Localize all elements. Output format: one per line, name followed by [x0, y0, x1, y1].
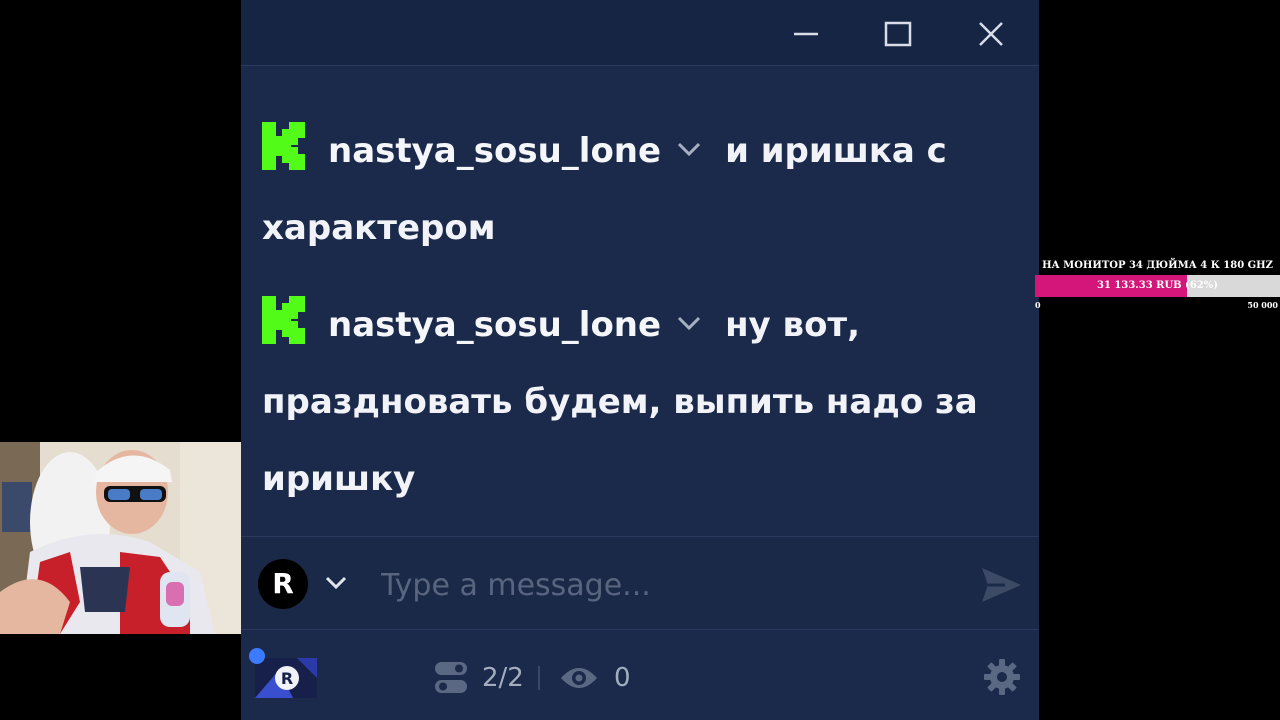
message-list[interactable]: nastya_sosu_lone и иришка с характером n…: [241, 66, 1039, 591]
send-button[interactable]: [979, 565, 1023, 605]
message-input[interactable]: [381, 561, 941, 609]
kick-logo-icon: [262, 295, 306, 344]
message-text: и иришка с: [725, 131, 947, 171]
connections-icon: [433, 658, 469, 698]
goal-amount: 31 133.33 RUB (62%): [1097, 280, 1218, 291]
app-logo[interactable]: R: [249, 648, 323, 700]
svg-text:R: R: [281, 669, 293, 688]
status-bar: R 2/2 0: [241, 630, 1039, 720]
account-avatar[interactable]: R: [258, 559, 308, 609]
minimize-icon: [794, 32, 818, 36]
gear-icon: [984, 659, 1020, 695]
message-composer: R: [241, 536, 1039, 630]
goal-max-label: 50 000: [1247, 300, 1278, 310]
divider: [538, 666, 540, 690]
chevron-down-icon[interactable]: [675, 110, 703, 157]
viewer-count: 0: [614, 663, 631, 693]
goal-progress-bar: 31 133.33 RUB (62%): [1035, 275, 1280, 297]
chat-window: nastya_sosu_lone и иришка с характером n…: [241, 0, 1039, 720]
username[interactable]: nastya_sosu_lone: [328, 131, 661, 171]
kick-logo-icon: [262, 121, 306, 170]
close-icon: [979, 22, 1003, 46]
chevron-down-icon[interactable]: [323, 573, 349, 593]
message-text: иришку: [262, 459, 416, 499]
maximize-button[interactable]: [878, 14, 918, 54]
chevron-down-icon[interactable]: [675, 284, 703, 331]
message-text: ну вот,: [725, 305, 861, 345]
connections-count: 2/2: [482, 663, 524, 693]
webcam-feed: [0, 442, 255, 634]
settings-button[interactable]: [983, 658, 1021, 696]
send-icon: [982, 568, 1021, 602]
close-button[interactable]: [971, 14, 1011, 54]
title-bar: [241, 0, 1039, 66]
donation-goal: НА МОНИТОР 34 ДЮЙМА 4 К 180 GHZ 31 133.3…: [1035, 255, 1280, 315]
eye-icon: [559, 662, 599, 694]
goal-title: НА МОНИТОР 34 ДЮЙМА 4 К 180 GHZ: [1042, 260, 1273, 271]
chat-message: nastya_sosu_lone ну вот, праздновать буд…: [262, 284, 1002, 518]
maximize-icon: [884, 21, 912, 47]
goal-min-label: 0: [1035, 300, 1041, 310]
chat-message: nastya_sosu_lone и иришка с характером: [262, 110, 1002, 267]
minimize-button[interactable]: [786, 14, 826, 54]
message-text: характером: [262, 208, 496, 248]
username[interactable]: nastya_sosu_lone: [328, 305, 661, 345]
message-text: праздновать будем, выпить надо за: [262, 382, 978, 422]
